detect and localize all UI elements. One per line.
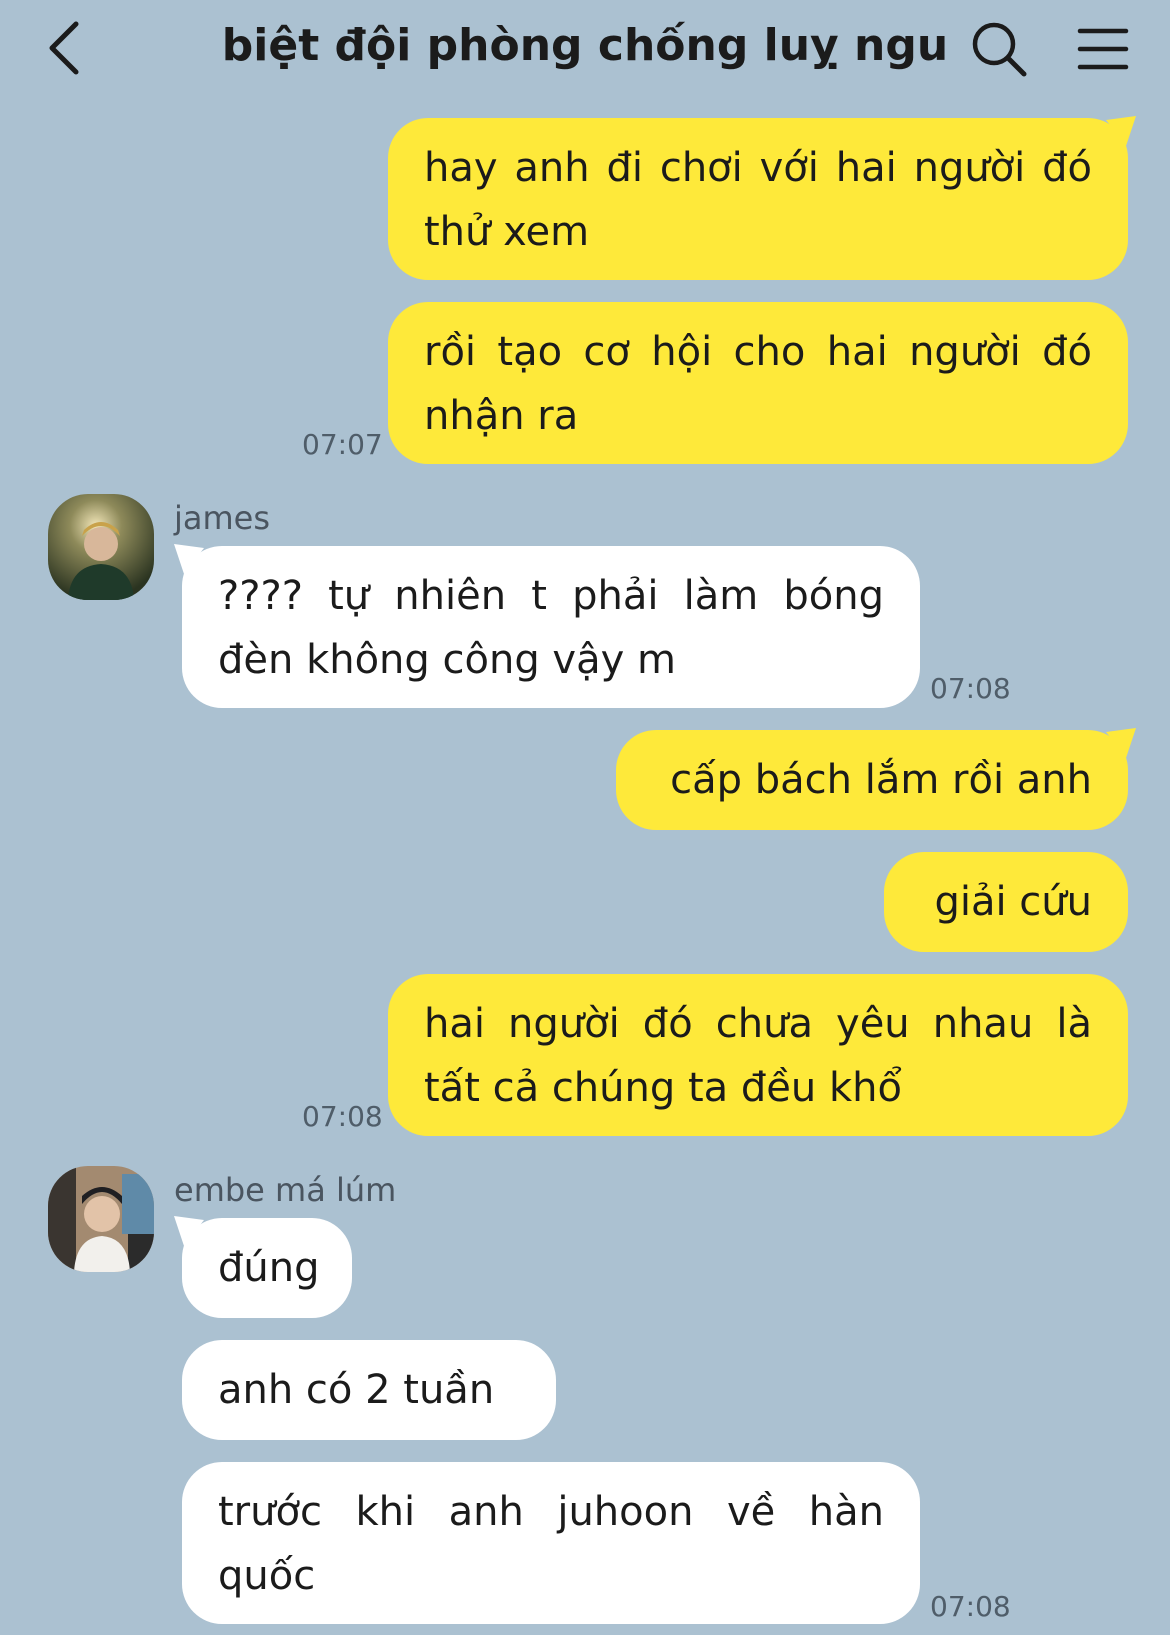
avatar-james[interactable]: [48, 494, 154, 600]
bubble-tail: [1106, 116, 1136, 146]
chat-header: biệt đội phòng chống luỵ ngu: [0, 0, 1170, 96]
bubble-tail: [174, 544, 204, 574]
message-text: cấp bách lắm rồi anh: [670, 757, 1092, 803]
message-timestamp: 07:08: [302, 1100, 383, 1133]
bubble-tail: [174, 1216, 204, 1246]
message-text: anh có 2 tuần: [218, 1367, 495, 1413]
incoming-message[interactable]: ???? tự nhiên t phải làm bóng đèn không …: [174, 544, 920, 708]
menu-button[interactable]: [1074, 18, 1132, 80]
message-text: trước khi anh juhoon về hàn quốc: [218, 1489, 884, 1599]
back-button[interactable]: [40, 18, 88, 78]
message-text: đúng: [218, 1245, 320, 1291]
search-icon: [972, 22, 1027, 77]
bubble-tail: [1106, 728, 1136, 758]
avatar-embe-ma-lum[interactable]: [48, 1166, 154, 1272]
hamburger-menu-icon: [1077, 28, 1129, 70]
search-button[interactable]: [968, 18, 1030, 80]
avatar-photo: [48, 1166, 154, 1272]
message-text: ???? tự nhiên t phải làm bóng đèn không …: [218, 573, 884, 683]
chat-title: biệt đội phòng chống luỵ ngu: [221, 20, 949, 71]
message-text: giải cứu: [934, 879, 1092, 925]
outgoing-message[interactable]: giải cứu: [884, 852, 1128, 952]
incoming-message[interactable]: anh có 2 tuần: [182, 1340, 556, 1440]
sender-name: embe má lúm: [174, 1171, 397, 1209]
chevron-left-icon: [49, 21, 79, 75]
message-timestamp: 07:08: [930, 1590, 1011, 1623]
message-text: hai người đó chưa yêu nhau là tất cả chú…: [424, 1001, 1092, 1111]
message-text: hay anh đi chơi với hai người đó thử xem: [424, 145, 1092, 255]
outgoing-message[interactable]: hai người đó chưa yêu nhau là tất cả chú…: [388, 974, 1128, 1136]
message-timestamp: 07:07: [302, 428, 383, 461]
sender-name: james: [174, 499, 271, 537]
outgoing-message[interactable]: hay anh đi chơi với hai người đó thử xem: [388, 116, 1136, 280]
message-timestamp: 07:08: [930, 672, 1011, 705]
message-text: rồi tạo cơ hội cho hai người đó nhận ra: [424, 329, 1092, 439]
incoming-message[interactable]: đúng: [174, 1216, 352, 1318]
outgoing-message[interactable]: cấp bách lắm rồi anh: [616, 728, 1136, 830]
incoming-message[interactable]: trước khi anh juhoon về hàn quốc: [182, 1462, 920, 1624]
outgoing-message[interactable]: rồi tạo cơ hội cho hai người đó nhận ra: [388, 302, 1128, 464]
avatar-photo: [48, 494, 154, 600]
